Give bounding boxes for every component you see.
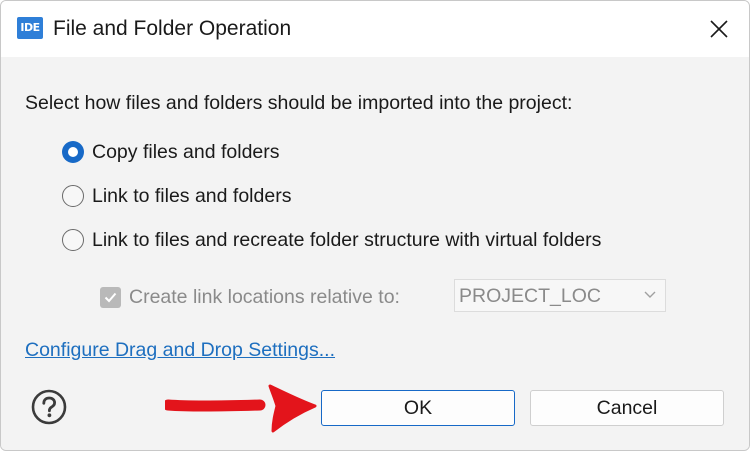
help-button[interactable] (31, 389, 67, 425)
title-bar[interactable]: IDE File and Folder Operation (1, 1, 749, 57)
configure-drag-drop-link[interactable]: Configure Drag and Drop Settings... (25, 339, 335, 362)
radio-button[interactable] (62, 229, 84, 251)
dropdown-value: PROJECT_LOC (459, 285, 601, 307)
instructions-text: Select how files and folders should be i… (25, 92, 573, 114)
dialog-title: File and Folder Operation (53, 17, 292, 40)
radio-copy-files[interactable]: Copy files and folders (62, 138, 280, 166)
close-button[interactable] (699, 9, 739, 49)
red-arrow-annotation (165, 384, 317, 433)
checkmark-icon (104, 292, 117, 302)
create-link-locations-checkbox[interactable] (100, 286, 121, 308)
create-link-locations-label: Create link locations relative to: (129, 285, 400, 308)
radio-button[interactable] (62, 185, 84, 207)
radio-link-files[interactable]: Link to files and folders (62, 182, 291, 210)
radio-button-selected[interactable] (62, 141, 84, 163)
cancel-button[interactable]: Cancel (530, 390, 724, 426)
relative-to-dropdown[interactable]: PROJECT_LOC (454, 279, 666, 312)
create-link-locations-checkbox-row[interactable]: Create link locations relative to: (100, 283, 400, 311)
radio-link-virtual-folders[interactable]: Link to files and recreate folder struct… (62, 226, 601, 254)
chevron-down-icon (644, 291, 656, 298)
app-icon: IDE (17, 17, 43, 39)
radio-label: Copy files and folders (92, 140, 280, 163)
close-icon (710, 20, 728, 38)
ok-button[interactable]: OK (321, 390, 515, 426)
radio-label: Link to files and folders (92, 184, 292, 207)
help-icon (31, 389, 67, 425)
radio-label: Link to files and recreate folder struct… (92, 228, 602, 251)
